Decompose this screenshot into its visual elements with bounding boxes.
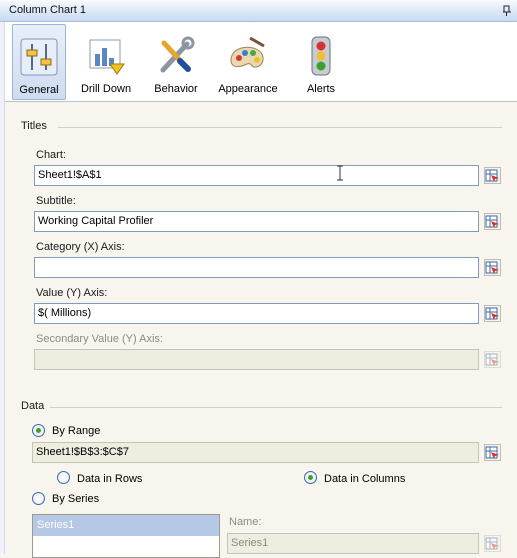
series-name-field: Series1 xyxy=(227,533,479,554)
tab-drill-down-label: Drill Down xyxy=(80,83,132,95)
subtitle-field[interactable]: Working Capital Profiler xyxy=(34,211,479,232)
titles-divider xyxy=(58,127,502,128)
window-title: Column Chart 1 xyxy=(9,4,87,16)
secondary-axis-label: Secondary Value (Y) Axis: xyxy=(36,333,163,345)
drill-down-icon xyxy=(89,39,125,75)
value-axis-field[interactable]: $( Millions) xyxy=(34,303,479,324)
text-cursor-icon xyxy=(337,165,343,181)
general-icon xyxy=(20,38,58,76)
tab-behavior[interactable]: Behavior xyxy=(150,24,202,100)
by-range-label: By Range xyxy=(52,425,101,437)
cell-picker-icon xyxy=(485,169,499,182)
value-axis-picker-button[interactable] xyxy=(484,305,501,322)
data-range-picker-button[interactable] xyxy=(484,444,501,461)
secondary-axis-picker-button xyxy=(484,351,501,368)
by-range-radio[interactable] xyxy=(32,424,45,437)
data-in-columns-label: Data in Columns xyxy=(324,473,406,485)
by-series-radio[interactable] xyxy=(32,492,45,505)
subtitle-picker-button[interactable] xyxy=(484,213,501,230)
data-in-columns-radio[interactable] xyxy=(304,471,317,484)
titles-group-label: Titles xyxy=(21,120,47,132)
tab-alerts[interactable]: Alerts xyxy=(299,24,343,100)
subtitle-label: Subtitle: xyxy=(36,195,76,207)
value-axis-label: Value (Y) Axis: xyxy=(36,287,108,299)
data-group-label: Data xyxy=(21,400,45,412)
category-axis-field[interactable] xyxy=(34,257,479,278)
cell-picker-icon xyxy=(485,261,499,274)
data-range-field[interactable]: Sheet1!$B$3:$C$7 xyxy=(32,442,479,463)
by-series-label: By Series xyxy=(52,493,100,505)
tab-general[interactable]: General xyxy=(12,24,66,100)
chart-title-picker-button[interactable] xyxy=(484,167,501,184)
data-in-rows-radio[interactable] xyxy=(57,471,70,484)
chart-title-label: Chart: xyxy=(36,149,66,161)
tab-alerts-label: Alerts xyxy=(306,83,336,95)
category-axis-label: Category (X) Axis: xyxy=(36,241,125,253)
category-axis-picker-button[interactable] xyxy=(484,259,501,276)
cell-picker-icon xyxy=(485,446,499,459)
appearance-icon xyxy=(230,36,265,68)
window-title-bar: Column Chart 1 xyxy=(0,0,517,22)
cell-picker-icon xyxy=(485,353,499,366)
tab-appearance[interactable]: Appearance xyxy=(215,24,281,100)
tab-ribbon: General Drill Down Behavior Appearance A… xyxy=(5,22,517,102)
series-list-item[interactable]: Series1 xyxy=(33,515,219,536)
cell-picker-icon xyxy=(485,537,499,550)
series-name-picker-button xyxy=(484,535,501,552)
cell-picker-icon xyxy=(485,307,499,320)
cell-picker-icon xyxy=(485,215,499,228)
tab-appearance-label: Appearance xyxy=(218,83,278,95)
tab-drill-down[interactable]: Drill Down xyxy=(76,24,136,100)
pin-icon[interactable] xyxy=(502,5,512,16)
tab-general-label: General xyxy=(19,84,59,96)
secondary-axis-field xyxy=(34,349,479,370)
data-divider xyxy=(50,407,502,408)
series-name-label: Name: xyxy=(229,516,262,528)
data-in-rows-label: Data in Rows xyxy=(77,473,143,485)
tab-behavior-label: Behavior xyxy=(154,83,198,95)
series-list[interactable]: Series1 xyxy=(32,514,220,558)
alerts-icon xyxy=(311,36,331,76)
behavior-icon xyxy=(160,36,195,73)
chart-title-field[interactable]: Sheet1!$A$1 xyxy=(34,165,479,186)
